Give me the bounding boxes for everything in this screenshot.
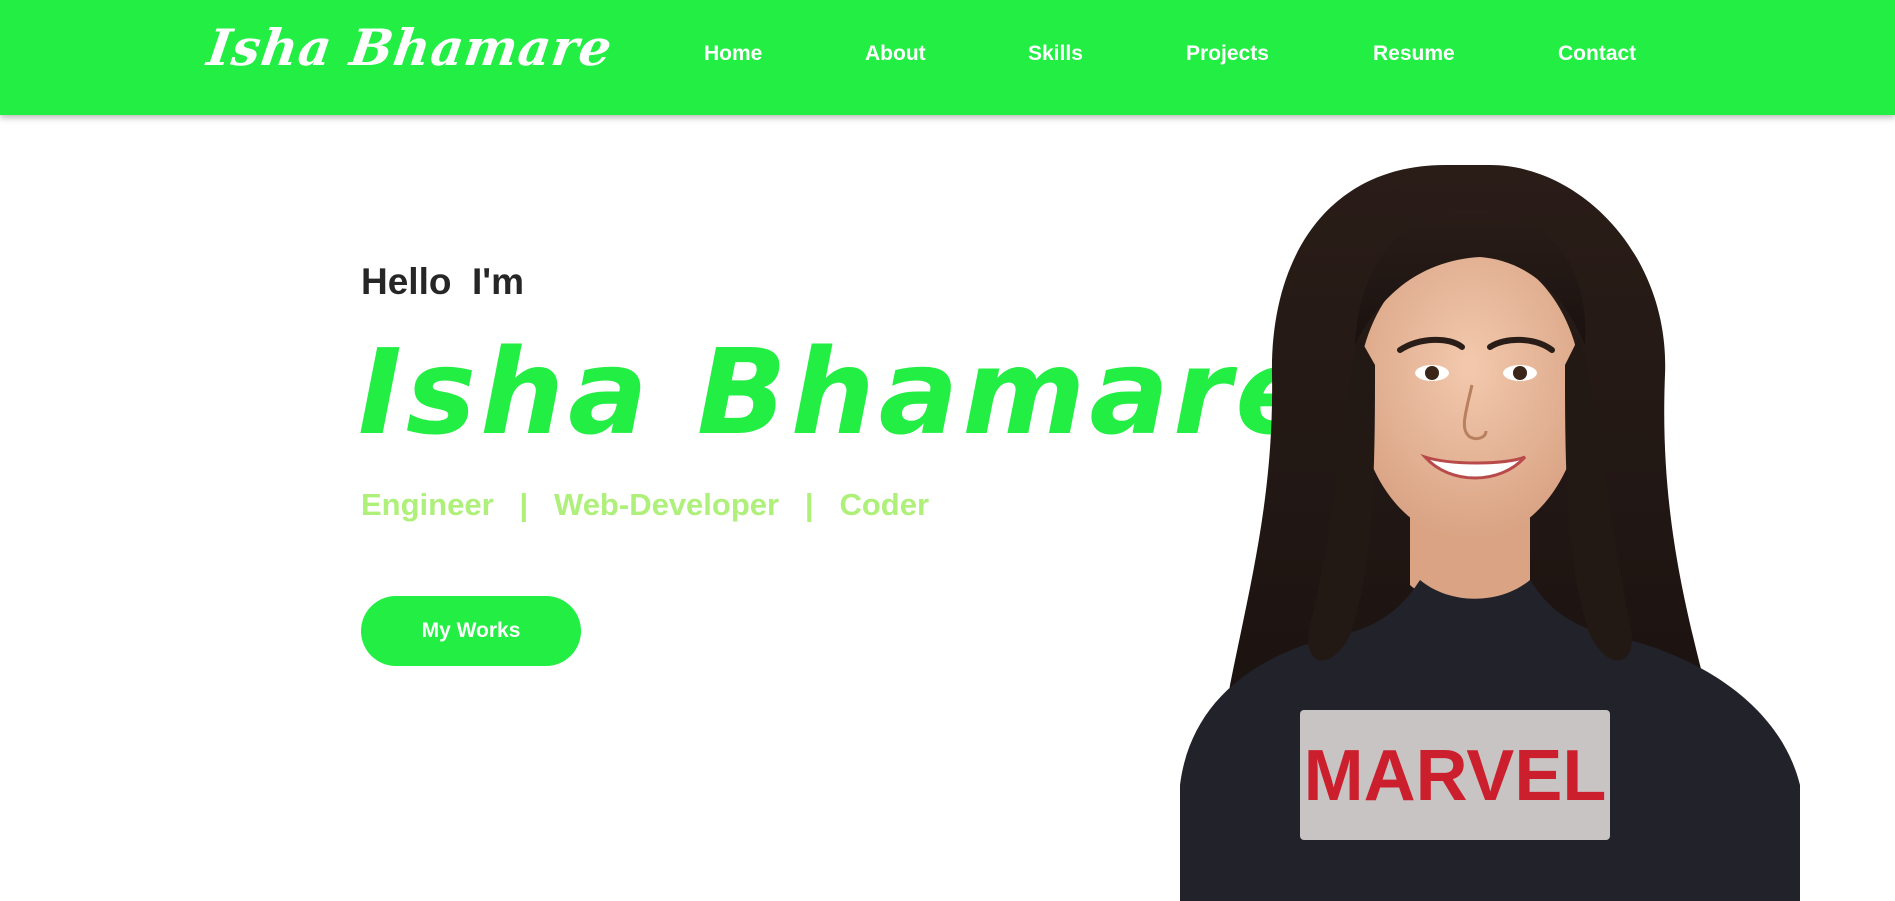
nav-link-resume[interactable]: Resume [1373,42,1455,66]
nav-link-projects[interactable]: Projects [1186,42,1269,66]
profile-photo: MARVEL [1180,165,1800,901]
nav-link-home[interactable]: Home [704,42,762,66]
nav-link-contact[interactable]: Contact [1558,42,1636,66]
top-navbar: Isha Bhamare Home About Skills Projects … [0,0,1895,115]
nav-link-about[interactable]: About [865,42,926,66]
my-works-button[interactable]: My Works [361,596,581,666]
hero-roles: Engineer | Web-Developer | Coder [361,487,930,522]
nav-links: Home About Skills Projects Resume Contac… [0,42,1895,72]
hero-greeting: Hello I'm [361,261,524,302]
shirt-logo-text: MARVEL [1304,736,1607,816]
hero-section: Hello I'm Isha Bhamare Engineer | Web-De… [0,115,1895,901]
nav-link-skills[interactable]: Skills [1028,42,1083,66]
